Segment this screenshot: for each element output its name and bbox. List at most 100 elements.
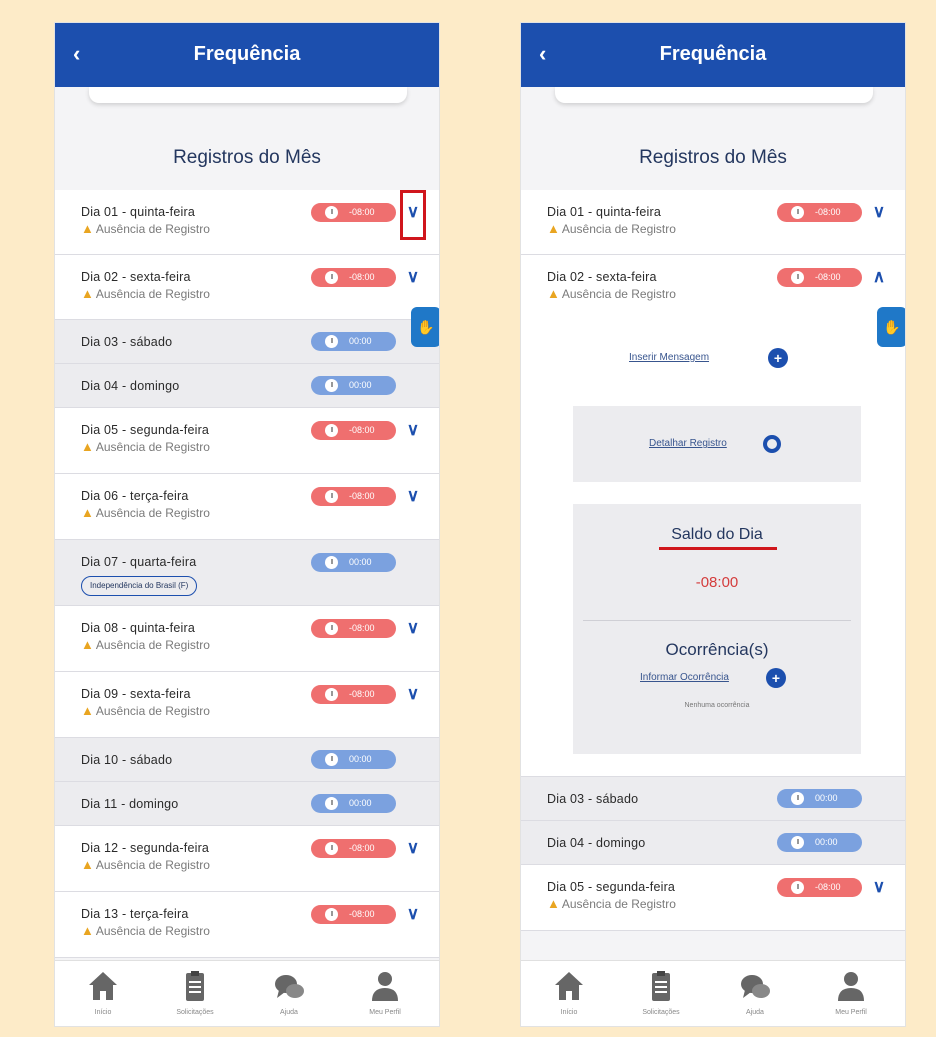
day-label: Dia 10 - sábado: [81, 753, 173, 767]
day-label: Dia 11 - domingo: [81, 797, 179, 811]
day-row[interactable]: Dia 03 - sábado 00:00: [55, 320, 439, 364]
balance-badge[interactable]: -08:00: [311, 203, 396, 222]
balance-badge[interactable]: -08:00: [311, 839, 396, 858]
day-balance-title: Saldo do Dia: [671, 526, 763, 543]
warning-icon: ▲: [81, 703, 94, 718]
warning-icon: ▲: [81, 637, 94, 652]
day-row[interactable]: Dia 11 - domingo 00:00: [55, 782, 439, 826]
day-label: Dia 01 - quinta-feira: [547, 205, 661, 219]
day-row[interactable]: Dia 08 - quinta-feira ▲ Ausência de Regis…: [55, 606, 439, 672]
hand-icon: ✋: [417, 319, 435, 335]
clock-icon: [325, 206, 338, 219]
status-text: ▲ Ausência de Registro: [81, 221, 210, 236]
highlight-underline: [659, 547, 777, 550]
day-row-expanded[interactable]: Dia 02 - sexta-feira ▲ Ausência de Regist…: [521, 255, 905, 320]
day-label: Dia 02 - sexta-feira: [81, 270, 191, 284]
detail-record-link[interactable]: Detalhar Registro: [649, 438, 727, 449]
user-icon: [372, 972, 398, 1001]
status-text: ▲ Ausência de Registro: [81, 703, 210, 718]
chevron-up-icon[interactable]: ∧: [869, 267, 889, 287]
page-title: Frequência: [659, 43, 767, 65]
day-row[interactable]: Dia 07 - quarta-feira Independência do B…: [55, 540, 439, 606]
chevron-down-icon[interactable]: ∨: [403, 618, 423, 638]
day-row[interactable]: Dia 12 - segunda-feira ▲ Ausência de Regi…: [55, 826, 439, 892]
bottom-nav: Início Solicitações Ajuda Meu Perfil: [55, 960, 439, 1026]
balance-badge[interactable]: -08:00: [311, 421, 396, 440]
balance-badge[interactable]: -08:00: [777, 268, 862, 287]
nav-item-ajuda[interactable]: Ajuda: [249, 967, 329, 1016]
insert-message-plus-icon[interactable]: +: [768, 348, 788, 368]
chevron-down-icon[interactable]: ∨: [869, 877, 889, 897]
day-row[interactable]: Dia 13 - terça-feira ▲ Ausência de Regist…: [55, 892, 439, 958]
warning-icon: ▲: [81, 857, 94, 872]
nav-label: Ajuda: [280, 1009, 298, 1016]
nav-item-inicio[interactable]: Início: [529, 967, 609, 1016]
balance-badge[interactable]: 00:00: [311, 794, 396, 813]
nav-item-meu-perfil[interactable]: Meu Perfil: [811, 967, 891, 1016]
status-text: ▲ Ausência de Registro: [547, 896, 676, 911]
no-occurrences-text: Nenhuma ocorrência: [684, 702, 750, 709]
page-title: Frequência: [193, 43, 301, 65]
chevron-down-icon[interactable]: ∨: [403, 904, 423, 924]
chevron-down-icon[interactable]: ∨: [869, 202, 889, 222]
eye-icon[interactable]: [763, 435, 781, 453]
balance-badge[interactable]: 00:00: [777, 789, 862, 808]
warning-icon: ▲: [81, 505, 94, 520]
day-label: Dia 01 - quinta-feira: [81, 205, 195, 219]
floating-help-button[interactable]: ✋: [877, 307, 905, 347]
balance-badge[interactable]: 00:00: [777, 833, 862, 852]
day-row[interactable]: Dia 04 - domingo 00:00: [55, 364, 439, 408]
chevron-down-icon[interactable]: ∨: [403, 684, 423, 704]
day-row[interactable]: Dia 10 - sábado 00:00: [55, 738, 439, 782]
status-text: ▲ Ausência de Registro: [81, 857, 210, 872]
day-label: Dia 08 - quinta-feira: [81, 621, 195, 635]
nav-label: Início: [94, 1009, 112, 1016]
day-row[interactable]: Dia 06 - terça-feira ▲ Ausência de Regist…: [55, 474, 439, 540]
balance-badge[interactable]: -08:00: [311, 685, 396, 704]
balance-badge[interactable]: 00:00: [311, 332, 396, 351]
day-label: Dia 12 - segunda-feira: [81, 841, 210, 855]
balance-badge[interactable]: -08:00: [777, 203, 862, 222]
nav-label: Solicitações: [642, 1009, 680, 1016]
chevron-down-icon[interactable]: ∨: [403, 420, 423, 440]
status-text: ▲ Ausência de Registro: [81, 637, 210, 652]
chevron-down-icon[interactable]: ∨: [403, 486, 423, 506]
top-bar: ‹ Frequência: [521, 23, 905, 87]
status-text: ▲ Ausência de Registro: [547, 221, 676, 236]
chevron-down-icon[interactable]: ∨: [403, 267, 423, 287]
nav-item-inicio[interactable]: Início: [63, 967, 143, 1016]
day-row[interactable]: Dia 05 - segunda-feira ▲ Ausência de Regi…: [521, 865, 905, 931]
day-row[interactable]: Dia 03 - sábado 00:00: [521, 777, 905, 821]
clock-icon: [325, 797, 338, 810]
chevron-down-icon[interactable]: ∨: [403, 838, 423, 858]
day-row[interactable]: Dia 04 - domingo 00:00: [521, 821, 905, 865]
balance-badge[interactable]: -08:00: [311, 487, 396, 506]
day-row[interactable]: Dia 01 - quinta-feira ▲ Ausência de Regis…: [55, 190, 439, 255]
clock-icon: [325, 556, 338, 569]
floating-help-button[interactable]: ✋: [411, 307, 439, 347]
day-row[interactable]: Dia 09 - sexta-feira ▲ Ausência de Regist…: [55, 672, 439, 738]
balance-badge[interactable]: -08:00: [311, 619, 396, 638]
report-occurrence-link[interactable]: Informar Ocorrência: [640, 672, 729, 683]
balance-badge[interactable]: 00:00: [311, 376, 396, 395]
balance-badge[interactable]: 00:00: [311, 553, 396, 572]
nav-item-solicitacoes[interactable]: Solicitações: [621, 967, 701, 1016]
warning-icon: ▲: [547, 221, 560, 236]
nav-label: Ajuda: [746, 1009, 764, 1016]
nav-item-meu-perfil[interactable]: Meu Perfil: [345, 967, 425, 1016]
balance-badge[interactable]: -08:00: [311, 268, 396, 287]
day-label: Dia 02 - sexta-feira: [547, 270, 657, 284]
chevron-down-icon[interactable]: ∨: [403, 202, 423, 222]
day-row[interactable]: Dia 02 - sexta-feira ▲ Ausência de Regist…: [55, 255, 439, 320]
status-text: ▲ Ausência de Registro: [81, 439, 210, 454]
day-row[interactable]: Dia 05 - segunda-feira ▲ Ausência de Regi…: [55, 408, 439, 474]
day-row[interactable]: Dia 01 - quinta-feira ▲ Ausência de Regis…: [521, 190, 905, 255]
warning-icon: ▲: [81, 439, 94, 454]
insert-message-link[interactable]: Inserir Mensagem: [629, 352, 709, 363]
balance-badge[interactable]: -08:00: [311, 905, 396, 924]
report-occurrence-plus-icon[interactable]: +: [766, 668, 786, 688]
balance-badge[interactable]: -08:00: [777, 878, 862, 897]
nav-item-ajuda[interactable]: Ajuda: [715, 967, 795, 1016]
nav-item-solicitacoes[interactable]: Solicitações: [155, 967, 235, 1016]
balance-badge[interactable]: 00:00: [311, 750, 396, 769]
